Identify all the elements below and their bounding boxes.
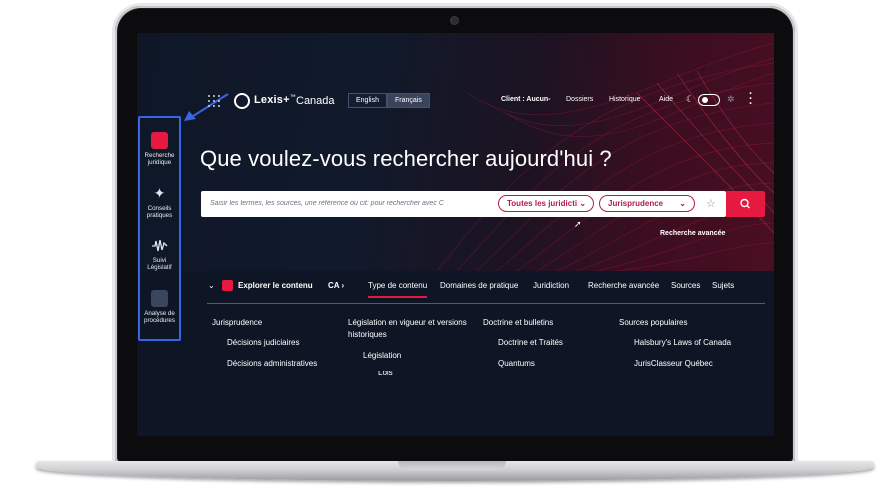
page-headline: Que voulez-vous rechercher aujourd'hui ? [200,146,612,171]
brand-region: Canada [296,95,335,107]
webcam [451,17,458,24]
tabs-divider [207,303,765,304]
app-grid-icon[interactable] [208,95,220,107]
compass-icon: ✦ [153,185,166,201]
tab-sources[interactable]: Sources [671,281,700,290]
sidebar-item-procedure-analysis[interactable]: Analyse de procédures [140,290,179,324]
dossiers-link[interactable]: Dossiers [566,96,593,103]
history-link[interactable]: Historique [609,96,641,103]
search-button[interactable] [726,191,765,217]
tab-topics[interactable]: Sujets [712,281,734,290]
sidebar-item-label: Suivi Législatif [147,257,172,271]
mouse-cursor-icon: ➚ [574,219,582,229]
chevron-down-icon: ⌄ [579,199,587,208]
jurisdiction-dropdown[interactable]: Toutes les juridicti ⌄ [498,195,594,212]
column-heading[interactable]: Jurisprudence [212,317,262,329]
lang-english-button[interactable]: English [348,93,387,108]
waveform-icon [151,237,168,254]
explore-content-label[interactable]: Explorer le contenu [238,281,313,290]
list-item[interactable]: Doctrine et Traités [498,337,563,349]
laptop-notch [398,461,506,470]
sidebar-item-practical-guidance[interactable]: ✦ Conseils pratiques [140,185,179,219]
more-menu-icon[interactable]: · · · [749,89,753,110]
legal-research-icon [151,132,168,149]
list-item[interactable]: Décisions judiciaires [227,337,299,349]
laptop-mockup: Recherche juridique ✦ Conseils pratiques… [0,0,893,491]
tab-content-type[interactable]: Type de contenu [368,281,428,298]
collapse-chevron-icon[interactable]: ⌄ [208,281,215,290]
chart-icon [151,290,168,307]
list-item[interactable]: Halsbury's Laws of Canada [634,337,731,349]
list-item[interactable]: JurisClasseur Québec [634,358,713,370]
dark-mode-toggle[interactable] [698,94,720,106]
lang-french-button[interactable]: Français [387,93,430,108]
tab-practice-areas[interactable]: Domaines de pratique [440,281,518,290]
highlighted-sidebar: Recherche juridique ✦ Conseils pratiques… [138,116,181,341]
region-selector[interactable]: CA › [328,281,344,290]
sidebar-item-legislative-tracking[interactable]: Suivi Législatif [140,237,179,271]
brand-name[interactable]: Lexis+™ [254,94,296,106]
column-heading[interactable]: Législation en vigueur et versions histo… [348,317,478,341]
lexis-logo-icon [234,93,250,109]
list-item[interactable]: Décisions administratives [227,358,317,370]
column-heading[interactable]: Doctrine et bulletins [483,317,553,329]
search-bar[interactable]: Saisir les termes, les sources, une réfé… [201,191,726,217]
sidebar-item-legal-research[interactable]: Recherche juridique [140,132,179,166]
help-link[interactable]: Aide [659,96,673,103]
tab-jurisdiction[interactable]: Juridiction [533,281,569,290]
sidebar-item-label: Conseils pratiques [146,205,173,219]
moon-icon: ☾ [686,94,695,104]
sun-icon: ✲ [727,94,735,104]
column-heading[interactable]: Sources populaires [619,317,687,329]
list-item[interactable]: Lois [378,371,393,378]
list-item[interactable]: Législation [363,350,401,362]
content-type-dropdown[interactable]: Jurisprudence ⌄ [599,195,695,212]
sidebar-item-label: Analyse de procédures [144,310,175,324]
search-input[interactable]: Saisir les termes, les sources, une réfé… [210,200,486,207]
chevron-down-icon: ⌄ [679,199,686,208]
list-item[interactable]: Quantums [498,358,535,370]
annotation-arrow-icon [184,93,229,121]
favorite-star-icon[interactable]: ☆ [706,197,716,210]
search-icon [740,198,750,209]
explore-icon [222,280,233,291]
advanced-search-link[interactable]: Recherche avancée [660,230,725,237]
client-selector[interactable]: Client : Aucun- [501,96,551,103]
sidebar-item-label: Recherche juridique [144,152,175,166]
tab-advanced-search[interactable]: Recherche avancée [588,281,659,290]
